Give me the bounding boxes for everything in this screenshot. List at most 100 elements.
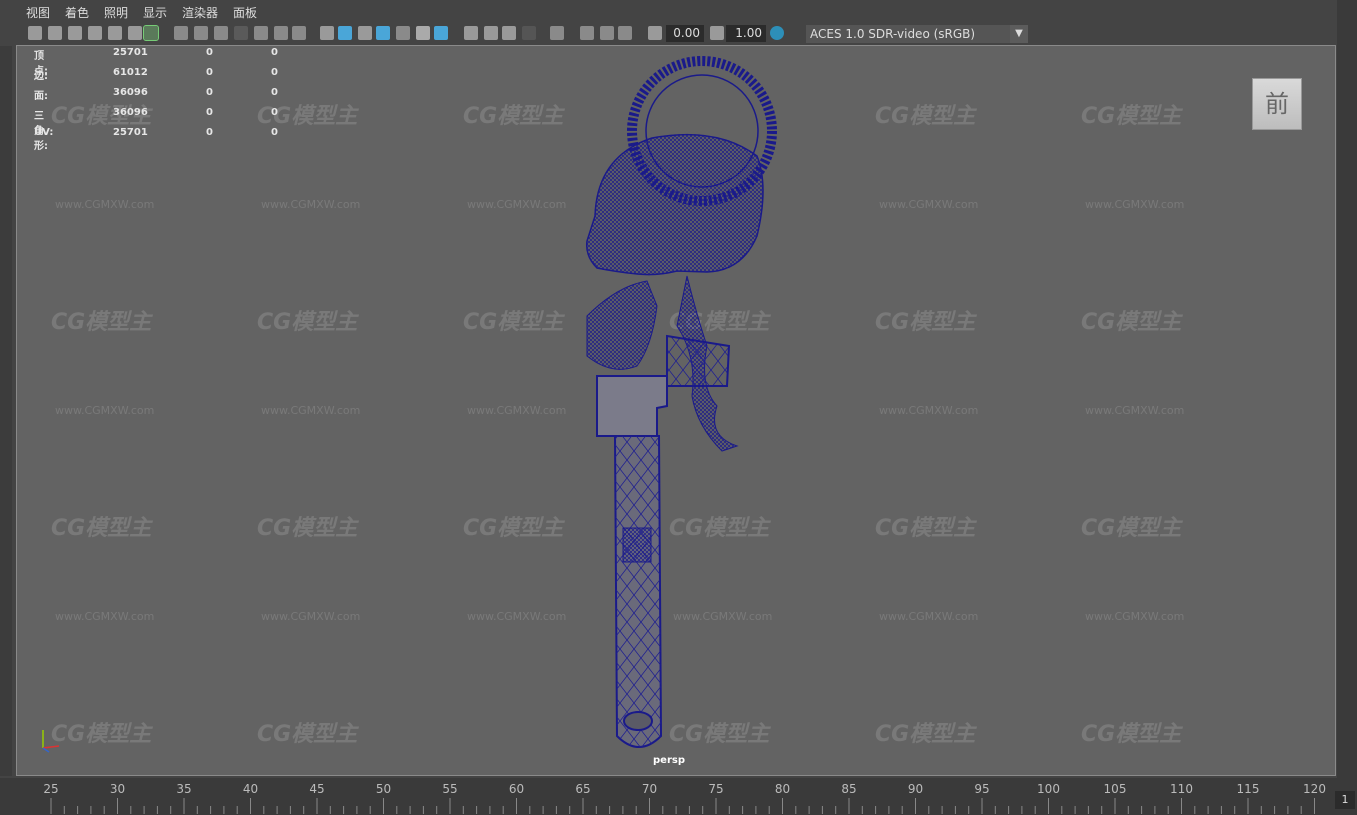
exposure-icon[interactable] — [648, 26, 662, 40]
xray-joints-icon[interactable] — [600, 26, 614, 40]
viewport-menu-bar: 视图 着色 照明 显示 渲染器 面板 — [0, 0, 1357, 22]
timeline-tick-label: 60 — [508, 782, 525, 796]
watermark-url: www.CGMXW.com — [261, 610, 361, 623]
watermark-url: www.CGMXW.com — [1085, 610, 1185, 623]
timeline-tick-label: 110 — [1170, 782, 1193, 796]
watermark-logo: CG模型主 — [875, 310, 976, 335]
timeline-tick-label: 25 — [43, 782, 59, 796]
smooth-shade-icon[interactable] — [338, 26, 352, 40]
lights-icon[interactable] — [416, 26, 430, 40]
anti-aliasing-icon[interactable] — [502, 26, 516, 40]
xray-icon[interactable] — [580, 26, 594, 40]
hud-value: 0 — [206, 47, 213, 58]
menu-renderer[interactable]: 渲染器 — [182, 4, 218, 21]
viewport-toolbar: 0.00 1.00 ACES 1.0 SDR-video (sRGB) ▼ — [18, 22, 1334, 46]
chevron-down-icon[interactable]: ▼ — [1010, 25, 1028, 43]
safe-action-icon[interactable] — [274, 26, 288, 40]
menu-panels[interactable]: 面板 — [233, 4, 257, 21]
watermark-logo: CG模型主 — [257, 516, 358, 541]
select-camera-icon[interactable] — [28, 26, 42, 40]
hud-label: 面: — [34, 91, 48, 102]
timeline-tick-label: 80 — [774, 782, 791, 796]
menu-lighting[interactable]: 照明 — [104, 4, 128, 21]
exposure-field[interactable]: 0.00 — [666, 25, 704, 42]
view-transform-select[interactable]: ACES 1.0 SDR-video (sRGB) ▼ — [806, 25, 1028, 43]
isolate-select-icon[interactable] — [550, 26, 564, 40]
timeline-tick-label: 55 — [442, 782, 458, 796]
watermark-logo: CG模型主 — [257, 310, 358, 335]
watermark-url: www.CGMXW.com — [467, 610, 567, 623]
watermark-url: www.CGMXW.com — [55, 404, 155, 417]
hud-value: 61012 — [113, 67, 148, 78]
watermark-logo: CG模型主 — [875, 722, 976, 747]
hud-value: 25701 — [113, 47, 148, 58]
timeline-tick-label: 50 — [375, 782, 392, 796]
watermark-url: www.CGMXW.com — [261, 404, 361, 417]
axis-gizmo — [42, 730, 60, 753]
timeline-tick-label: 35 — [176, 782, 192, 796]
motion-blur-icon[interactable] — [484, 26, 498, 40]
adjust-screw-mesh — [622, 527, 652, 563]
timeline-tick-label: 100 — [1037, 782, 1060, 796]
wireframe-on-shaded-icon[interactable] — [376, 26, 390, 40]
grease-pencil-icon[interactable] — [128, 26, 142, 40]
watermark-logo: CG模型主 — [875, 516, 976, 541]
hud-label: 边: — [34, 71, 48, 82]
watermark-url: www.CGMXW.com — [879, 198, 979, 211]
hud-value: 0 — [206, 127, 213, 138]
handle-wire-overlay — [615, 436, 661, 747]
timeline-ruler — [50, 798, 1315, 814]
hud-value: 0 — [271, 127, 278, 138]
hud-value: 0 — [206, 67, 213, 78]
watermark-logo: CG模型主 — [1081, 722, 1182, 747]
wrench-jaw — [596, 375, 668, 437]
timeline-tick-label: 45 — [309, 782, 325, 796]
textured-icon[interactable] — [396, 26, 410, 40]
creature-mesh — [586, 280, 658, 370]
grid-icon[interactable] — [174, 26, 188, 40]
menu-view[interactable]: 视图 — [26, 4, 50, 21]
menu-shading[interactable]: 着色 — [65, 4, 89, 21]
view-cube-front[interactable]: 前 — [1252, 78, 1302, 130]
film-gate-icon[interactable] — [194, 26, 208, 40]
two-d-pan-icon[interactable] — [108, 26, 122, 40]
time-slider[interactable]: 25 30 35 40 45 50 55 60 65 70 75 80 85 90 95 100 105 110 1… — [0, 778, 1357, 815]
watermark-logo: CG模型主 — [257, 722, 358, 747]
hud-label: UV: — [34, 127, 54, 138]
watermark-logo: CG模型主 — [463, 516, 564, 541]
timeline-tick-label: 85 — [841, 782, 857, 796]
bookmark-icon[interactable] — [68, 26, 82, 40]
right-panel-strip — [1337, 0, 1357, 780]
timeline-tick-label: 30 — [109, 782, 126, 796]
gamma-field[interactable]: 1.00 — [726, 25, 766, 42]
default-material-icon[interactable] — [358, 26, 372, 40]
current-frame-field[interactable]: 1 — [1335, 791, 1355, 809]
gamma-icon[interactable] — [710, 26, 724, 40]
wireframe-icon[interactable] — [320, 26, 334, 40]
camera-attributes-icon[interactable] — [48, 26, 62, 40]
left-panel-strip — [0, 46, 12, 776]
wireframe-model[interactable] — [557, 46, 787, 766]
xray-components-icon[interactable] — [618, 26, 632, 40]
resolution-gate-icon[interactable] — [214, 26, 228, 40]
watermark-logo: CG模型主 — [1081, 104, 1182, 129]
gate-mask-icon[interactable] — [234, 26, 248, 40]
watermark-logo: CG模型主 — [51, 516, 152, 541]
safe-title-icon[interactable] — [292, 26, 306, 40]
timeline-tick-label: 65 — [575, 782, 591, 796]
depth-of-field-icon[interactable] — [522, 26, 536, 40]
color-management-icon[interactable] — [770, 26, 784, 40]
hud-value: 36096 — [113, 107, 148, 118]
watermark-logo: CG模型主 — [463, 310, 564, 335]
perspective-viewport[interactable]: CG模型主 CG模型主 CG模型主 CG模型主 CG模型主 www.CGMXW.… — [16, 45, 1336, 776]
menu-show[interactable]: 显示 — [143, 4, 167, 21]
field-chart-icon[interactable] — [254, 26, 268, 40]
camera-name-label: persp — [653, 755, 685, 766]
ambient-occlusion-icon[interactable] — [464, 26, 478, 40]
image-plane-icon[interactable] — [88, 26, 102, 40]
wrench-upper-jaw — [666, 334, 731, 387]
timeline-tick-label: 120 — [1303, 782, 1326, 796]
watermark-logo: CG模型主 — [51, 310, 152, 335]
shadows-icon[interactable] — [434, 26, 448, 40]
pen-tool-icon[interactable] — [143, 25, 159, 41]
